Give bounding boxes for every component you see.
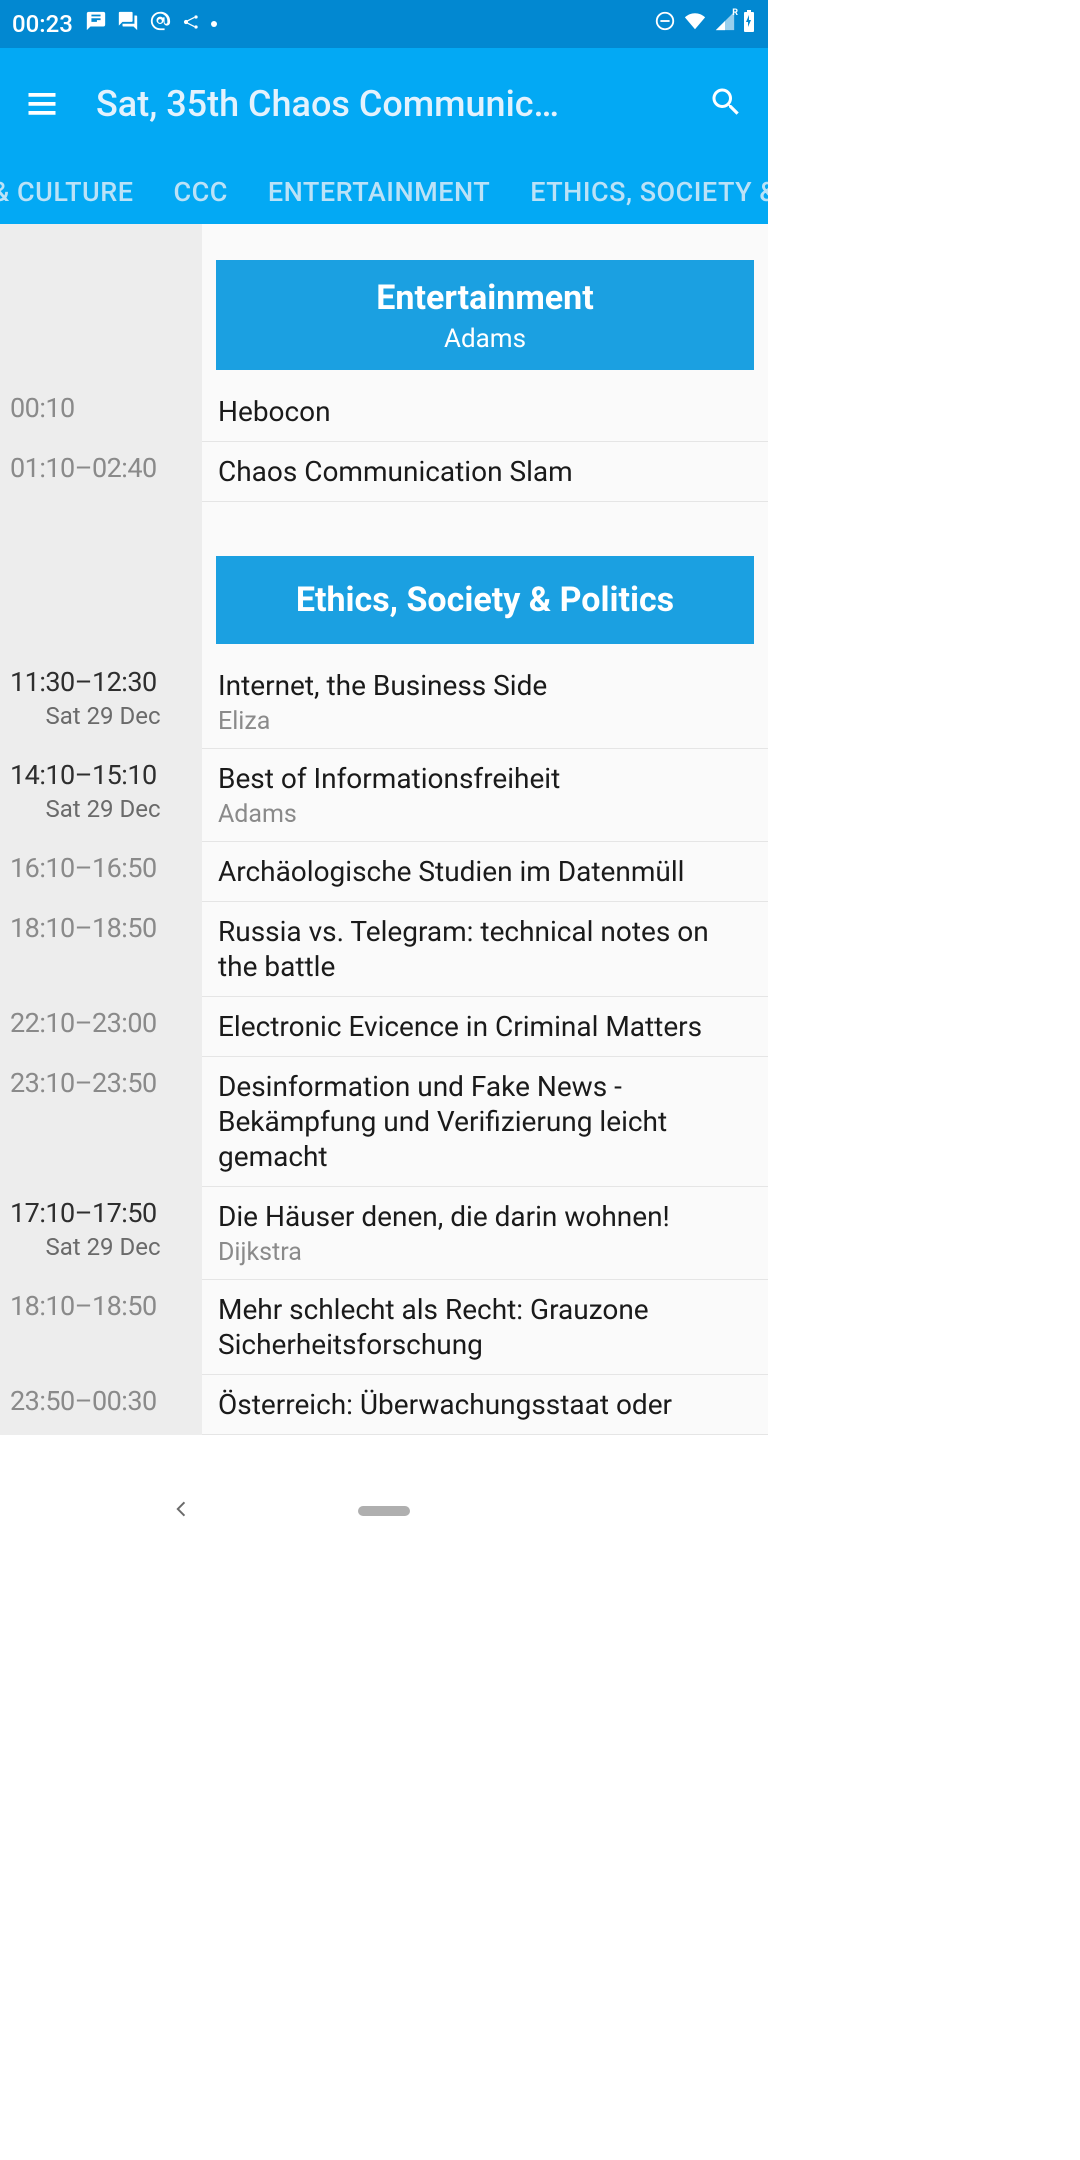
section-room: Adams	[224, 324, 746, 354]
nav-bar	[0, 1486, 768, 1536]
schedule-row[interactable]: 16:10–16:50 Archäologische Studien im Dat…	[0, 842, 768, 902]
schedule-row[interactable]: 18:10–18:50 Mehr schlecht als Recht: Grau…	[0, 1280, 768, 1375]
at-icon	[149, 10, 171, 38]
time-range: 17:10–17:50	[10, 1197, 196, 1229]
home-pill-icon[interactable]	[358, 1506, 410, 1516]
app-bar: Sat, 35th Chaos Communic…	[0, 48, 768, 160]
event-time: 18:10–18:50	[0, 1280, 202, 1375]
event-cell[interactable]: Hebocon	[202, 382, 768, 442]
signal-icon: R	[714, 10, 736, 38]
time-range: 14:10–15:10	[10, 759, 196, 791]
event-title: Die Häuser denen, die darin wohnen!	[218, 1199, 752, 1234]
search-icon[interactable]	[708, 84, 744, 124]
schedule-row[interactable]: 23:10–23:50 Desinformation und Fake News …	[0, 1057, 768, 1187]
time-range: 01:10–02:40	[10, 452, 196, 484]
time-range: 18:10–18:50	[10, 1290, 196, 1322]
event-cell[interactable]: Österreich: Überwachungsstaat oder	[202, 1375, 768, 1435]
schedule-row[interactable]: 23:50–00:30 Österreich: Überwachungsstaat…	[0, 1375, 768, 1435]
event-title: Internet, the Business Side	[218, 668, 752, 703]
schedule-row[interactable]: 18:10–18:50 Russia vs. Telegram: technica…	[0, 902, 768, 997]
event-cell[interactable]: Desinformation und Fake News - Bekämpfun…	[202, 1057, 768, 1187]
event-time: 23:50–00:30	[0, 1375, 202, 1435]
event-time: 18:10–18:50	[0, 902, 202, 997]
time-range: 11:30–12:30	[10, 666, 196, 698]
event-time: 01:10–02:40	[0, 442, 202, 502]
time-range: 23:10–23:50	[10, 1067, 196, 1099]
status-right-icons: R	[654, 9, 756, 39]
status-left-icons	[85, 10, 217, 38]
event-title: Best of Informationsfreiheit	[218, 761, 752, 796]
event-time: 11:30–12:30 Sat 29 Dec	[0, 656, 202, 749]
section-title: Entertainment	[224, 278, 746, 318]
page-title: Sat, 35th Chaos Communic…	[96, 83, 696, 125]
event-time: 22:10–23:00	[0, 997, 202, 1057]
schedule-row[interactable]: 00:10 Hebocon	[0, 382, 768, 442]
message-icon	[85, 10, 107, 38]
dnd-icon	[654, 10, 676, 38]
event-date: Sat 29 Dec	[10, 795, 196, 823]
event-cell[interactable]: Internet, the Business Side Eliza	[202, 656, 768, 749]
event-title: Electronic Evicence in Criminal Matters	[218, 1009, 752, 1044]
event-cell[interactable]: Mehr schlecht als Recht: Grauzone Sicher…	[202, 1280, 768, 1375]
event-cell[interactable]: Electronic Evicence in Criminal Matters	[202, 997, 768, 1057]
event-room: Dijkstra	[218, 1238, 752, 1267]
battery-icon	[742, 9, 756, 39]
event-cell[interactable]: Archäologische Studien im Datenmüll	[202, 842, 768, 902]
event-title: Russia vs. Telegram: technical notes on …	[218, 914, 752, 984]
event-cell[interactable]: Die Häuser denen, die darin wohnen! Dijks…	[202, 1187, 768, 1280]
event-title: Mehr schlecht als Recht: Grauzone Sicher…	[218, 1292, 752, 1362]
event-date: Sat 29 Dec	[10, 702, 196, 730]
tab-entertainment[interactable]: ENTERTAINMENT	[248, 176, 510, 208]
time-range: 23:50–00:30	[10, 1385, 196, 1417]
schedule-row[interactable]: 17:10–17:50Sat 29 DecDie Häuser denen, d…	[0, 1187, 768, 1280]
section-title: Ethics, Society & Politics	[224, 580, 746, 620]
menu-icon[interactable]	[24, 84, 60, 124]
wifi-icon	[682, 10, 708, 38]
status-bar: 00:23 R	[0, 0, 768, 48]
schedule-content[interactable]: Entertainment Adams 00:10 Hebocon 01:10–02…	[0, 224, 768, 1486]
time-range: 16:10–16:50	[10, 852, 196, 884]
event-cell[interactable]: Best of Informationsfreiheit Adams	[202, 749, 768, 842]
tab-bar: & CULTURE CCC ENTERTAINMENT ETHICS, SOCI…	[0, 160, 768, 224]
tab-art-culture[interactable]: & CULTURE	[0, 176, 153, 208]
event-room: Eliza	[218, 707, 752, 736]
schedule-row[interactable]: 11:30–12:30Sat 29 DecInternet, the Busin…	[0, 656, 768, 749]
schedule-row[interactable]: 22:10–23:00 Electronic Evicence in Crimin…	[0, 997, 768, 1057]
time-range: 00:10	[10, 392, 196, 424]
event-time: 16:10–16:50	[0, 842, 202, 902]
event-room: Adams	[218, 800, 752, 829]
section-header: Ethics, Society & Politics	[216, 556, 754, 644]
event-title: Desinformation und Fake News - Bekämpfun…	[218, 1069, 752, 1174]
status-time: 00:23	[12, 10, 73, 38]
event-date: Sat 29 Dec	[10, 1233, 196, 1261]
event-time: 17:10–17:50 Sat 29 Dec	[0, 1187, 202, 1280]
event-time: 00:10	[0, 382, 202, 442]
tab-ccc[interactable]: CCC	[153, 176, 247, 208]
event-time: 23:10–23:50	[0, 1057, 202, 1187]
event-title: Chaos Communication Slam	[218, 454, 752, 489]
dot-icon	[211, 21, 217, 27]
tab-ethics[interactable]: ETHICS, SOCIETY &	[510, 176, 768, 208]
chat-icon	[117, 10, 139, 38]
event-time: 14:10–15:10 Sat 29 Dec	[0, 749, 202, 842]
event-title: Archäologische Studien im Datenmüll	[218, 854, 752, 889]
time-range: 18:10–18:50	[10, 912, 196, 944]
event-title: Hebocon	[218, 394, 752, 429]
back-icon[interactable]	[170, 1498, 192, 1524]
schedule-row[interactable]: 14:10–15:10Sat 29 DecBest of Information…	[0, 749, 768, 842]
event-title: Österreich: Überwachungsstaat oder	[218, 1387, 752, 1422]
section-header-entertainment: Entertainment Adams	[216, 260, 754, 370]
share-icon	[181, 10, 201, 38]
event-cell[interactable]: Chaos Communication Slam	[202, 442, 768, 502]
schedule-row[interactable]: 01:10–02:40 Chaos Communication Slam	[0, 442, 768, 502]
time-range: 22:10–23:00	[10, 1007, 196, 1039]
event-cell[interactable]: Russia vs. Telegram: technical notes on …	[202, 902, 768, 997]
